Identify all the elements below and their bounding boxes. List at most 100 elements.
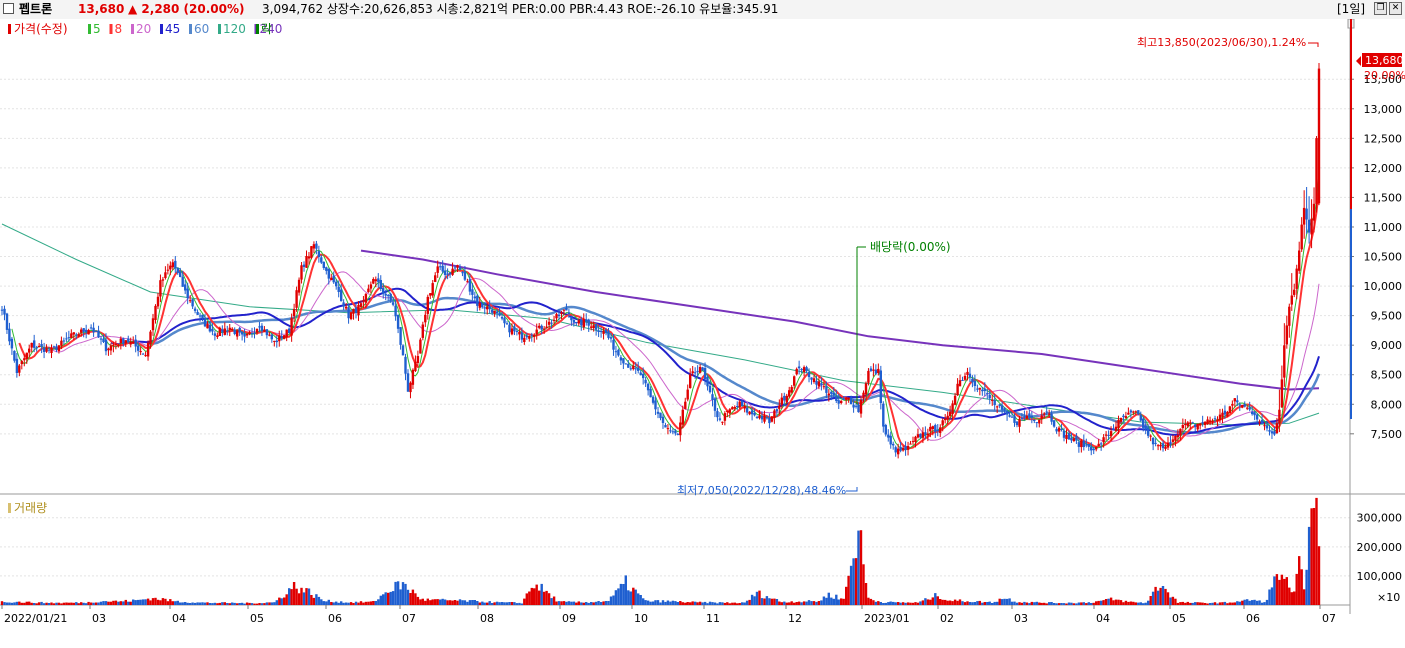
volume-bar [213,602,217,605]
candle-body [708,385,712,393]
price-change: ▲ 2,280 (20.00%) [128,2,245,16]
candle-body [743,406,746,409]
volume-bar [706,603,709,605]
candle-body [1045,411,1048,413]
candle-body [694,372,697,374]
volume-bar [778,601,781,605]
volume-bar [634,589,637,605]
candle-body [624,363,627,365]
volume-bar [226,603,229,605]
volume-bar [1290,592,1293,605]
close-window-icon[interactable]: ✕ [1389,2,1402,15]
volume-bar [696,602,699,605]
candle-body [317,251,321,257]
candle-body [1169,442,1172,445]
candle-body [703,368,707,380]
candle-body [686,389,689,400]
volume-bar [1035,601,1038,605]
volume-bar [941,599,944,605]
candle-body [513,326,516,332]
candle-body [528,336,531,339]
candle-body [609,337,613,339]
volume-bar [1137,602,1140,605]
volume-bar [374,601,377,605]
volume-bar [872,600,875,605]
volume-bar [1280,574,1284,605]
volume-bar [1226,603,1229,605]
volume-bar [1166,592,1170,605]
candle-body [869,368,873,371]
volume-bar [557,601,561,605]
candle-body [245,333,249,336]
candle-body [726,411,729,412]
volume-bar [1258,600,1261,605]
volume-bar [70,602,73,605]
candle-body [337,286,340,292]
price-tick-label: 11,500 [1364,191,1403,204]
volume-bar [973,602,977,605]
volume-bar [1248,600,1251,605]
candle-body [545,326,548,329]
volume-bar [1015,602,1019,605]
volume-bar [159,600,162,605]
volume-bar [201,602,204,605]
candle-body [340,289,343,302]
candle-body [510,328,514,335]
candle-body [919,433,922,438]
volume-bar [555,601,558,605]
candle-body [260,325,264,331]
volume-bar [835,594,838,605]
volume-bar [1275,574,1279,605]
restore-window-icon[interactable]: ❐ [1374,2,1387,15]
volume-bar [87,601,90,605]
volume-bar [391,591,395,605]
volume-bar [25,601,28,605]
candle-body [238,327,241,333]
volume-tick-label: 300,000 [1357,512,1403,525]
candle-body [426,296,429,314]
volume-bar [1124,600,1128,605]
candle-body [263,329,266,332]
candle-body [1243,404,1246,407]
volume-bar [124,599,127,605]
volume-bar [228,603,231,605]
candle-body [897,448,900,455]
candle-body [283,335,286,339]
volume-bar [441,598,444,605]
stock-chart[interactable]: 7,500 8,000 8,500 9,000 9,500 10,000 10,500 11,… [0,19,1405,648]
candle-body [1280,379,1284,408]
price-tick-label: 9,000 [1371,339,1403,352]
candle-body [1317,68,1321,204]
candle-body [401,345,405,356]
candle-body [877,368,880,373]
volume-bar [352,603,355,605]
volume-bar [859,530,863,605]
volume-bar [283,597,286,605]
candle-body [164,272,167,278]
volume-bar [394,581,397,605]
volume-bar [567,601,571,605]
volume-bar [1010,601,1014,605]
candle-body [718,418,722,420]
candle-body [785,395,788,403]
candle-body [1025,415,1029,419]
candle-body [1095,446,1098,450]
candle-body [508,324,511,333]
volume-bar [1233,602,1236,605]
period-selector[interactable]: [1일] [1337,0,1365,19]
volume-bar [939,599,942,605]
volume-bar [708,601,712,605]
volume-bar [986,602,989,605]
candle-body [453,267,457,269]
candle-body [369,284,373,289]
settings-checkbox[interactable] [3,3,14,14]
date-tick-label: 07 [402,612,416,625]
candle-body [780,397,783,405]
candle-body [1134,411,1137,413]
candle-body [3,308,6,315]
candle-body [441,265,444,272]
candle-body [330,277,333,280]
candle-body [387,295,390,297]
volume-bar [1223,601,1227,605]
candle-body [976,388,979,390]
